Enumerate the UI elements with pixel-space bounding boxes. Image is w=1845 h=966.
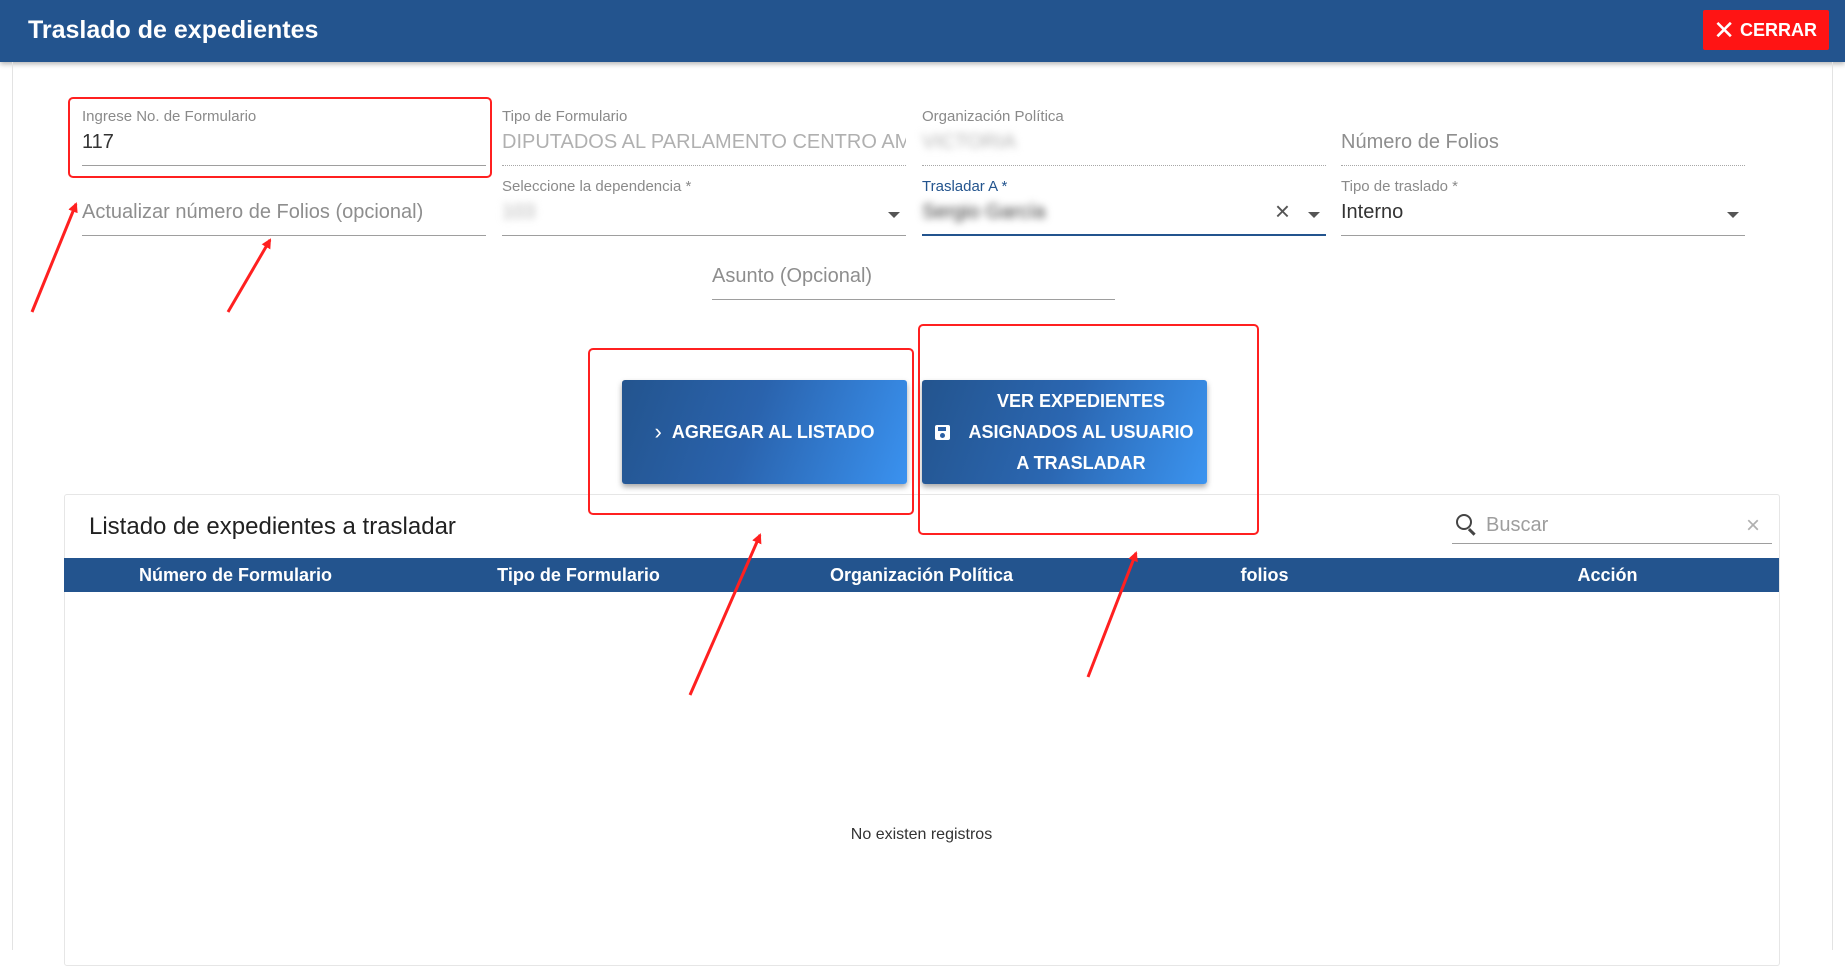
annotation-arrows [30,202,1138,696]
annotation-arrow [688,533,762,696]
annotation-arrow [1086,551,1138,678]
annotation-arrow [30,202,78,313]
annotation-arrow [226,238,272,313]
